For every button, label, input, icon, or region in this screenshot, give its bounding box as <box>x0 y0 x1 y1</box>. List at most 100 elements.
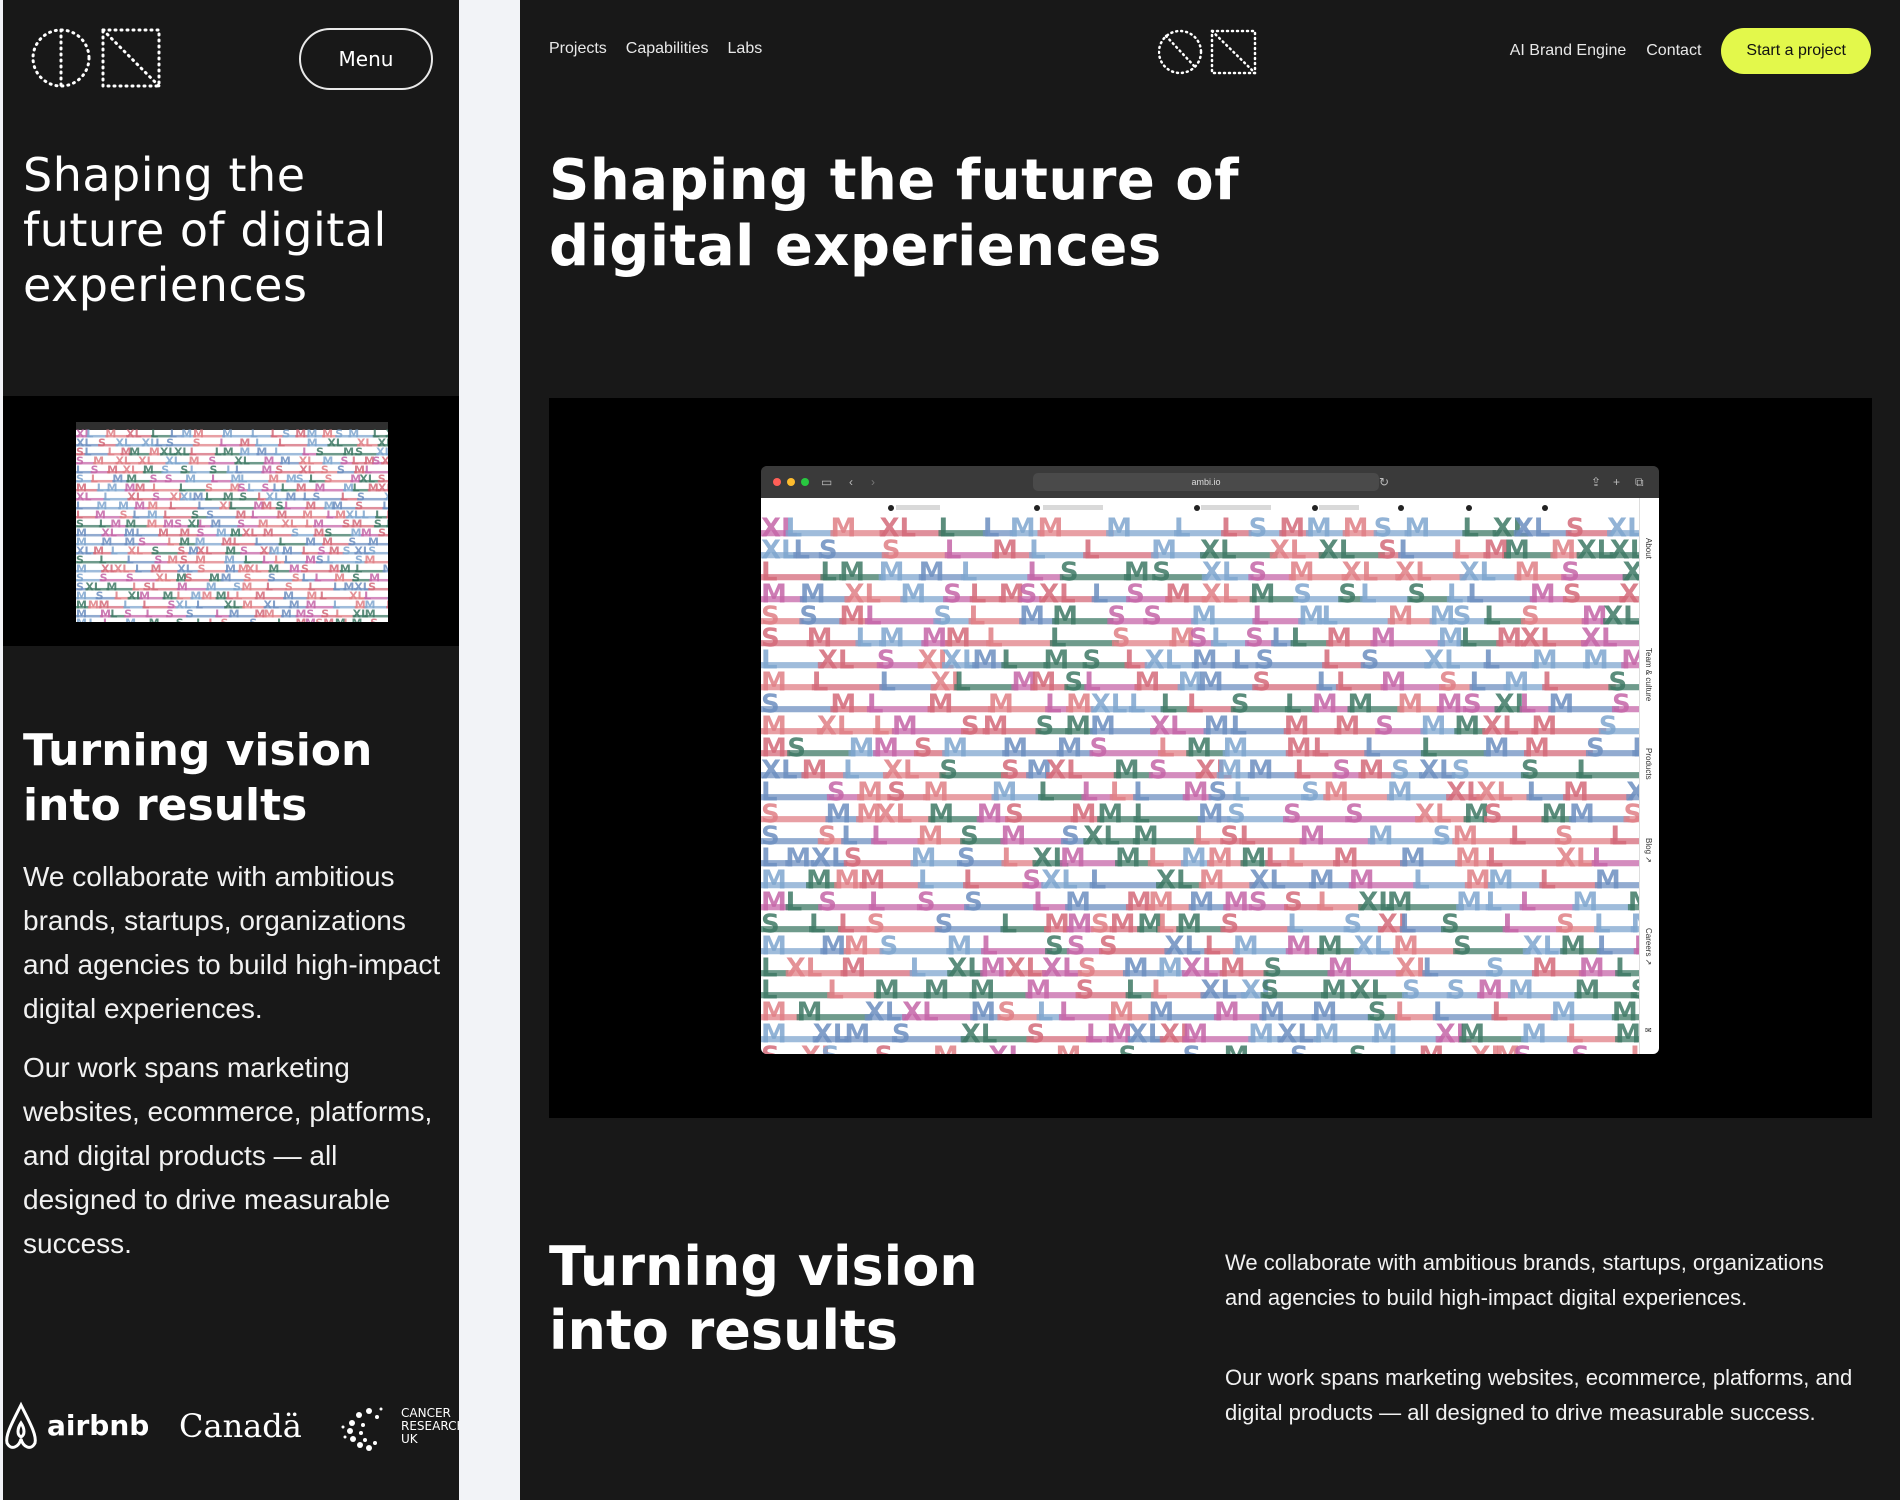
svg-text:M: M <box>1358 756 1384 786</box>
svg-text:L: L <box>1313 734 1330 764</box>
svg-text:M: M <box>223 446 234 459</box>
svg-text:L: L <box>1083 536 1100 566</box>
nav-link-ai-brand-engine[interactable]: AI Brand Engine <box>1510 42 1627 60</box>
svg-text:L: L <box>305 518 312 531</box>
svg-text:M: M <box>1583 646 1609 676</box>
minimize-dot-icon <box>787 478 795 486</box>
svg-text:M: M <box>149 617 160 622</box>
svg-text:S: S <box>1433 822 1452 852</box>
svg-text:S: S <box>917 888 936 918</box>
svg-text:L: L <box>1413 866 1430 896</box>
svg-text:S: S <box>378 527 386 540</box>
svg-text:S: S <box>370 617 378 622</box>
new-tab-icon: + <box>1613 475 1621 489</box>
svg-text:L: L <box>320 590 327 603</box>
svg-text:L: L <box>1291 624 1308 654</box>
svg-text:M: M <box>242 581 253 594</box>
svg-text:M: M <box>1456 888 1482 918</box>
nav-link-labs[interactable]: Labs <box>728 40 763 58</box>
svg-text:XL: XL <box>327 437 343 450</box>
svg-text:M: M <box>181 428 192 441</box>
svg-text:M: M <box>972 646 998 676</box>
svg-text:L: L <box>167 536 174 549</box>
brand-logo[interactable] <box>31 26 163 90</box>
svg-text:S: S <box>1036 712 1055 742</box>
svg-text:L: L <box>1090 866 1107 896</box>
svg-text:S: S <box>1099 932 1118 962</box>
svg-text:XL: XL <box>1354 932 1391 962</box>
svg-text:L: L <box>969 602 986 632</box>
svg-text:M: M <box>841 954 867 984</box>
svg-text:S: S <box>1089 734 1108 764</box>
svg-text:M: M <box>1056 1042 1082 1054</box>
svg-text:L: L <box>1539 866 1556 896</box>
svg-text:L: L <box>812 668 829 698</box>
svg-text:M: M <box>1115 844 1141 874</box>
svg-text:S: S <box>997 998 1016 1028</box>
svg-text:L: L <box>855 624 872 654</box>
side-nav-blog[interactable]: Blog ↗ <box>1644 838 1653 863</box>
svg-text:M: M <box>1224 1042 1250 1054</box>
start-project-button[interactable]: Start a project <box>1721 28 1871 74</box>
svg-text:M: M <box>1595 866 1621 896</box>
close-dot-icon <box>773 478 781 486</box>
primary-nav: Projects Capabilities Labs <box>549 40 762 58</box>
svg-text:L: L <box>247 482 254 495</box>
svg-text:XL: XL <box>1556 844 1593 874</box>
svg-text:L: L <box>326 509 333 522</box>
forward-icon: › <box>871 475 875 489</box>
svg-text:S: S <box>1378 536 1397 566</box>
nav-link-capabilities[interactable]: Capabilities <box>626 40 709 58</box>
nav-link-contact[interactable]: Contact <box>1646 42 1701 60</box>
svg-text:L: L <box>1630 1042 1639 1054</box>
svg-text:S: S <box>892 1020 911 1050</box>
sidebar-icon: ▭ <box>821 475 833 489</box>
svg-text:L: L <box>1491 998 1508 1028</box>
address-bar: ambi.io <box>1033 473 1379 491</box>
svg-text:L: L <box>88 617 95 622</box>
side-nav-about[interactable]: About <box>1644 538 1653 559</box>
svg-text:L: L <box>84 446 91 459</box>
svg-text:L: L <box>271 428 278 441</box>
menu-button[interactable]: Menu <box>299 28 433 90</box>
side-nav-team[interactable]: Team & culture <box>1644 648 1653 701</box>
svg-text:L: L <box>1001 844 1018 874</box>
svg-text:S: S <box>1149 756 1168 786</box>
services-paragraph: Our work spans marketing websites, ecomm… <box>23 1052 433 1259</box>
svg-text:XL: XL <box>786 954 823 984</box>
side-nav-careers[interactable]: Careers ↗ <box>1644 928 1653 965</box>
svg-text:M: M <box>928 690 954 720</box>
svg-text:M: M <box>382 563 388 576</box>
svg-text:M: M <box>1334 712 1360 742</box>
svg-text:UK: UK <box>401 1432 419 1446</box>
svg-text:L: L <box>1461 624 1478 654</box>
svg-text:L: L <box>1486 888 1503 918</box>
svg-text:XL: XL <box>381 455 388 468</box>
svg-text:S: S <box>316 554 324 567</box>
brand-logo[interactable] <box>1158 28 1258 76</box>
side-nav-products[interactable]: Products <box>1644 748 1653 780</box>
svg-text:L: L <box>786 888 803 918</box>
svg-text:L: L <box>1520 888 1537 918</box>
svg-text:S: S <box>342 518 350 531</box>
svg-text:M: M <box>900 580 926 610</box>
svg-text:S: S <box>1349 1042 1368 1054</box>
mail-icon[interactable]: ✉ <box>1645 1026 1652 1035</box>
svg-text:S: S <box>1126 580 1145 610</box>
svg-text:M: M <box>1106 514 1132 544</box>
svg-text:RESEARCH: RESEARCH <box>401 1419 459 1433</box>
svg-text:S: S <box>198 563 206 576</box>
svg-text:S: S <box>1513 1042 1532 1054</box>
svg-text:M: M <box>1574 976 1600 1006</box>
svg-text:XL: XL <box>988 1042 1025 1054</box>
svg-text:L: L <box>111 545 118 558</box>
svg-text:S: S <box>1143 602 1162 632</box>
svg-text:S: S <box>337 464 345 477</box>
svg-text:M: M <box>201 590 212 603</box>
svg-text:S: S <box>249 617 257 622</box>
nav-link-projects[interactable]: Projects <box>549 40 607 58</box>
svg-text:L: L <box>277 617 284 622</box>
svg-text:L: L <box>1360 580 1377 610</box>
svg-text:S: S <box>1563 580 1582 610</box>
svg-text:L: L <box>362 509 369 522</box>
